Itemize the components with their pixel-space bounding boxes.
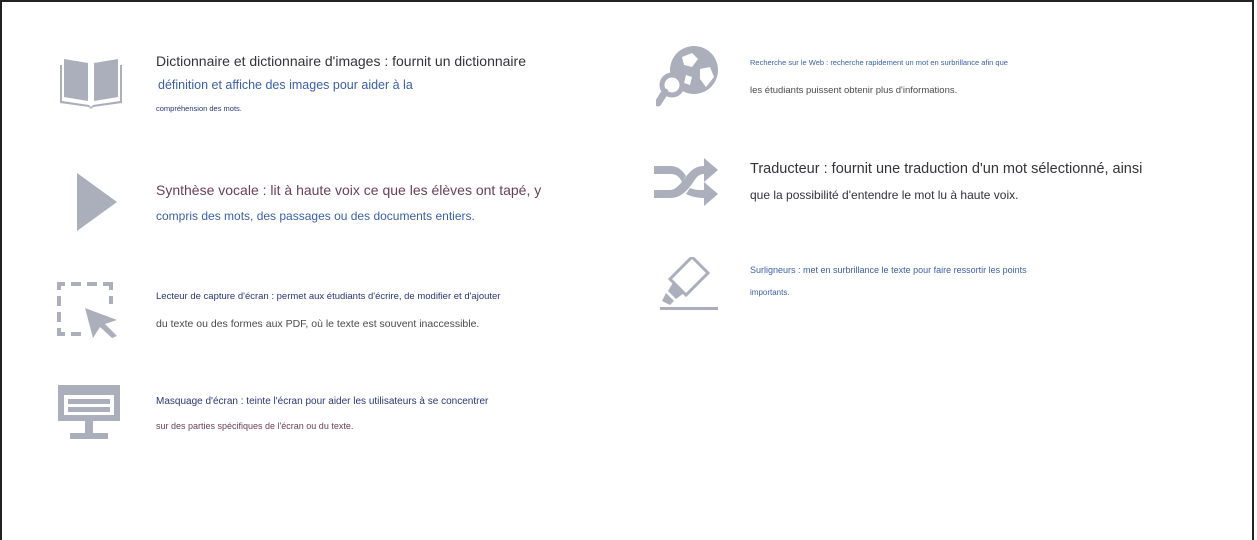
translator-line1: Traducteur : fournit une traduction d'un… (750, 161, 1143, 177)
monitor-icon (58, 385, 120, 441)
selection-cursor-icon (57, 282, 119, 338)
dictionary-line1: Dictionnaire et dictionnaire d'images : … (156, 53, 526, 69)
tts-line2: compris des mots, des passages ou des do… (156, 209, 475, 223)
highlighter-icon (660, 257, 720, 311)
tts-line1: Synthèse vocale : lit à haute voix ce qu… (156, 182, 542, 198)
screen-capture-line2: du texte ou des formes aux PDF, où le te… (156, 318, 480, 330)
screen-capture-line1: Lecteur de capture d'écran : permet aux … (156, 291, 501, 302)
dictionary-line2: définition et affiche des images pour ai… (158, 78, 413, 92)
globe-search-icon (656, 45, 720, 109)
highlighter-line2: importants. (750, 288, 790, 297)
web-search-line1: Recherche sur le Web : recherche rapidem… (750, 58, 1008, 67)
dictionary-line3: compréhension des mots. (156, 104, 242, 113)
play-icon (77, 173, 117, 231)
translator-line2: que la possibilité d'entendre le mot lu … (750, 188, 1019, 202)
web-search-line2: les étudiants puissent obtenir plus d'in… (750, 85, 958, 96)
open-book-icon (60, 55, 122, 111)
shuffle-arrows-icon (654, 156, 718, 208)
screen-mask-line1: Masquage d'écran : teinte l'écran pour a… (156, 396, 489, 407)
highlighter-line1: Surligneurs : met en surbrillance le tex… (750, 265, 1027, 275)
screen-mask-line2: sur des parties spécifiques de l'écran o… (156, 421, 354, 431)
